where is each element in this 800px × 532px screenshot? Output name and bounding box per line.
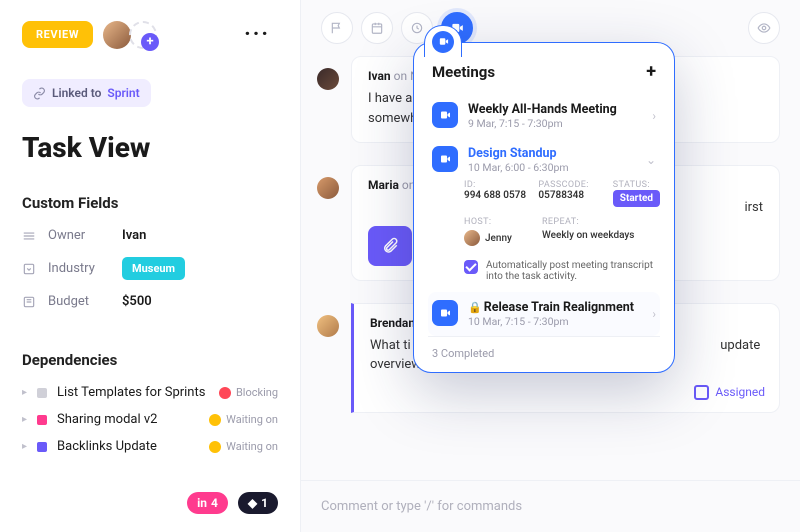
status-chip: Started (613, 190, 660, 207)
dependency-label: Sharing modal v2 (57, 412, 157, 427)
chevron-right-icon: ▸ (22, 387, 27, 398)
host-label: HOST: (464, 217, 512, 227)
meeting-passcode: 05788348 (538, 190, 602, 201)
chevron-right-icon: ▸ (22, 414, 27, 425)
field-label: Owner (48, 228, 110, 243)
chevron-right-icon: ▸ (22, 441, 27, 452)
meeting-row[interactable]: 🔒Release Train Realignment 10 Mar, 7:15 … (428, 292, 660, 336)
calendar-button[interactable] (361, 12, 393, 44)
dependency-status: Waiting on (226, 440, 278, 453)
dependency-row[interactable]: ▸ Sharing modal v2 Waiting on (22, 412, 278, 427)
attachment-block[interactable] (368, 226, 412, 266)
comment-author: Ivan (368, 69, 391, 83)
review-badge[interactable]: REVIEW (22, 21, 93, 48)
meetings-popover: Meetings + Weekly All-Hands Meeting 9 Ma… (413, 42, 675, 373)
video-icon (432, 300, 458, 326)
comment-avatar (317, 315, 339, 337)
page-title: Task View (22, 131, 278, 164)
number-box-icon (22, 295, 36, 309)
meetings-heading: Meetings (432, 63, 495, 81)
linked-chip[interactable]: Linked to Sprint (22, 79, 151, 107)
status-square-icon (37, 442, 47, 452)
person-icon (22, 229, 36, 243)
field-label: Industry (48, 261, 110, 276)
blocking-dot-icon (219, 387, 231, 399)
repeat-label: REPEAT: (542, 217, 635, 227)
auto-transcript-label: Automatically post meeting transcript in… (486, 260, 660, 282)
repeat-value: Weekly on weekdays (542, 230, 635, 241)
field-row-industry[interactable]: Industry Museum (22, 257, 278, 280)
dependency-status: Blocking (236, 386, 278, 399)
field-row-budget[interactable]: Budget $500 (22, 294, 278, 309)
dependency-label: Backlinks Update (57, 439, 157, 454)
popover-notch (424, 25, 462, 57)
meeting-row[interactable]: Weekly All-Hands Meeting 9 Mar, 7:15 - 7… (428, 94, 660, 138)
composer-placeholder: Comment or type '/' for commands (321, 499, 522, 514)
assignee-avatar[interactable] (103, 21, 131, 49)
plus-icon: + (141, 33, 159, 51)
flag-button[interactable] (321, 12, 353, 44)
meeting-id-label: ID: (464, 180, 528, 190)
field-chip: Museum (122, 257, 185, 280)
paperclip-icon (381, 237, 399, 255)
dependency-label: List Templates for Sprints (57, 385, 205, 400)
checkbox-icon (694, 385, 709, 400)
comment-avatar (317, 68, 339, 90)
meeting-row[interactable]: Design Standup 10 Mar, 6:00 - 6:30pm ⌄ (428, 138, 660, 176)
field-value: Ivan (122, 228, 146, 243)
video-icon (432, 31, 454, 53)
chevron-down-icon: ⌄ (646, 153, 656, 167)
assigned-checkbox[interactable]: Assigned (694, 385, 765, 400)
comment-author: Maria (368, 178, 399, 192)
more-menu-button[interactable]: ··· (236, 18, 278, 51)
meeting-passcode-label: PASSCODE: (538, 180, 602, 190)
meeting-title: 🔒Release Train Realignment (468, 300, 634, 315)
chevron-right-icon: › (652, 109, 656, 123)
link-icon (33, 87, 46, 100)
video-icon (432, 146, 458, 172)
comment-avatar (317, 177, 339, 199)
visibility-button[interactable] (748, 12, 780, 44)
in-tag-pill[interactable]: in 4 (187, 492, 228, 514)
meeting-time: 10 Mar, 6:00 - 6:30pm (468, 161, 569, 174)
lock-icon: 🔒 (468, 301, 482, 314)
chevron-right-icon: › (652, 307, 656, 321)
dropdown-box-icon (22, 262, 36, 276)
dependencies-heading: Dependencies (22, 351, 278, 369)
meetings-completed[interactable]: 3 Completed (428, 336, 660, 362)
linked-prefix: Linked to (52, 86, 101, 100)
comment-composer[interactable]: Comment or type '/' for commands (301, 480, 800, 532)
host-avatar (464, 230, 480, 246)
status-square-icon (37, 388, 47, 398)
meeting-id: 994 688 0578 (464, 190, 528, 201)
field-row-owner[interactable]: Owner Ivan (22, 228, 278, 243)
field-value: $500 (122, 294, 152, 309)
custom-fields-heading: Custom Fields (22, 194, 278, 212)
waiting-dot-icon (209, 414, 221, 426)
dependency-row[interactable]: ▸ Backlinks Update Waiting on (22, 439, 278, 454)
meeting-title: Weekly All-Hands Meeting (468, 102, 617, 117)
add-assignee-button[interactable]: + (129, 21, 157, 49)
assigned-label: Assigned (715, 385, 765, 399)
meeting-time: 9 Mar, 7:15 - 7:30pm (468, 117, 617, 130)
dependency-status: Waiting on (226, 413, 278, 426)
add-meeting-button[interactable]: + (646, 61, 656, 82)
meeting-status-label: STATUS: (613, 180, 660, 190)
video-icon (432, 102, 458, 128)
meeting-time: 10 Mar, 7:15 - 7:30pm (468, 315, 634, 328)
waiting-dot-icon (209, 441, 221, 453)
host-name: Jenny (485, 233, 512, 244)
dependency-row[interactable]: ▸ List Templates for Sprints Blocking (22, 385, 278, 400)
linked-target: Sprint (107, 86, 139, 100)
auto-transcript-checkbox[interactable] (464, 260, 478, 274)
status-square-icon (37, 415, 47, 425)
field-label: Budget (48, 294, 110, 309)
comment-author: Brendan (370, 316, 415, 330)
meeting-title: Design Standup (468, 146, 569, 161)
figma-tag-pill[interactable]: ◆ 1 (238, 492, 278, 514)
